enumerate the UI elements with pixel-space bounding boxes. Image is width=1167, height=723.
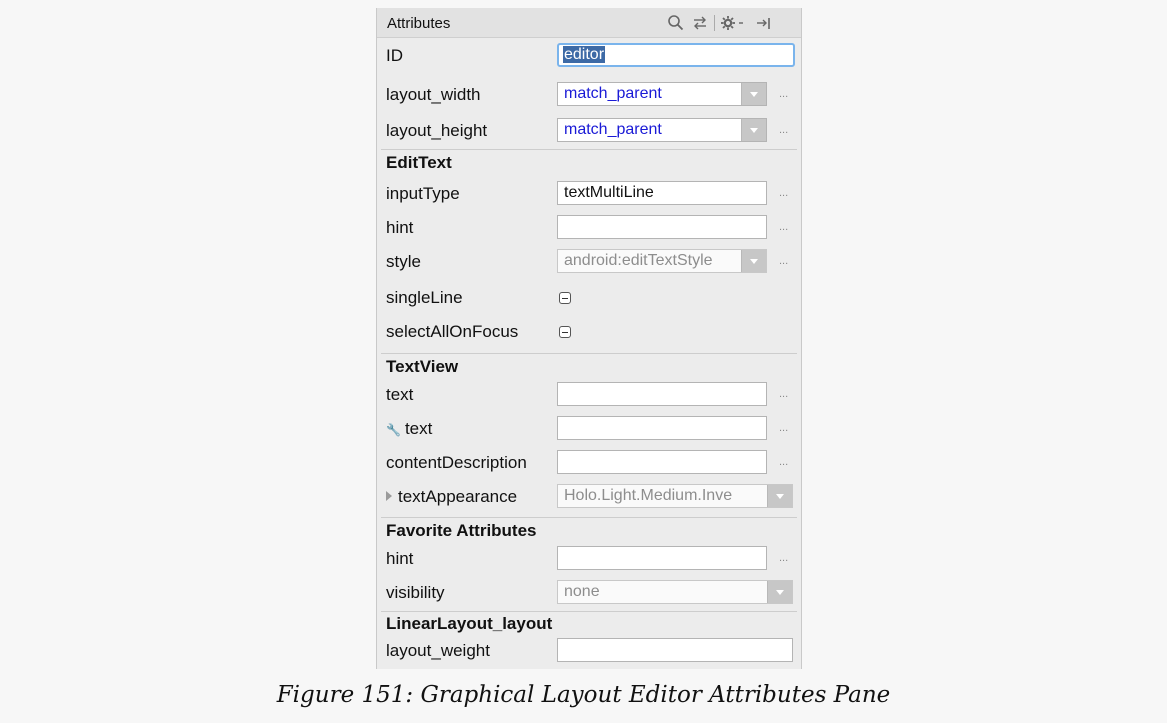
attr-label-favorite-hint: hint <box>386 549 414 568</box>
id-value-selected: editor <box>563 46 606 63</box>
swap-icon[interactable] <box>691 14 709 32</box>
text-appearance-combobox[interactable]: Holo.Light.Medium.Inve <box>557 484 793 508</box>
chevron-down-icon[interactable] <box>741 83 766 105</box>
row-select-all-on-focus: selectAllOnFocus <box>377 314 801 348</box>
row-hint: hint ... <box>377 210 801 244</box>
attr-label-content-description: contentDescription <box>386 453 527 472</box>
search-icon[interactable] <box>667 14 685 32</box>
layout-height-value: match_parent <box>564 121 662 138</box>
row-single-line: singleLine <box>377 280 801 314</box>
expand-arrow-icon[interactable] <box>386 491 392 501</box>
single-line-checkbox[interactable] <box>559 292 571 304</box>
toolbar-divider <box>714 15 715 31</box>
style-combobox[interactable]: android:editTextStyle <box>557 249 767 273</box>
attr-label-style: style <box>386 252 421 271</box>
figure-caption: Figure 151: Graphical Layout Editor Attr… <box>276 682 891 708</box>
favorite-hint-field[interactable] <box>557 546 767 570</box>
row-tools-text: 🔧 text ... <box>377 412 801 446</box>
attr-label-layout-height: layout_height <box>386 121 488 140</box>
attr-label-single-line: singleLine <box>386 288 463 307</box>
row-input-type: inputType textMultiLine ... <box>377 176 801 210</box>
row-style: style android:editTextStyle ... <box>377 244 801 278</box>
section-title-edittext: EditText <box>386 153 452 172</box>
hint-more-button[interactable]: ... <box>779 221 788 233</box>
text-more-button[interactable]: ... <box>779 388 788 400</box>
section-title-favorite-attributes: Favorite Attributes <box>386 521 537 540</box>
layout-height-more-button[interactable]: ... <box>779 124 788 136</box>
attributes-pane: Attributes ID editor layout_width match_… <box>376 8 802 669</box>
row-id: ID editor <box>377 38 801 72</box>
style-more-button[interactable]: ... <box>779 255 788 267</box>
row-visibility: visibility none <box>377 576 801 610</box>
layout-width-value: match_parent <box>564 85 662 102</box>
favorite-hint-more-button[interactable]: ... <box>779 552 788 564</box>
section-title-textview: TextView <box>386 357 459 376</box>
gear-icon[interactable] <box>720 14 746 32</box>
attr-label-select-all-on-focus: selectAllOnFocus <box>386 322 519 341</box>
row-layout-width: layout_width match_parent ... <box>377 76 801 110</box>
chevron-down-icon[interactable] <box>741 119 766 141</box>
text-appearance-label: textAppearance <box>398 487 518 506</box>
layout-width-more-button[interactable]: ... <box>779 88 788 100</box>
pin-right-icon[interactable] <box>755 14 773 32</box>
content-description-more-button[interactable]: ... <box>779 456 788 468</box>
row-layout-weight: layout_weight <box>377 635 801 669</box>
tools-text-label: text <box>404 419 433 438</box>
attr-label-tools-text: 🔧 text <box>386 419 432 439</box>
visibility-combobox[interactable]: none <box>557 580 793 604</box>
row-content-description: contentDescription ... <box>377 446 801 480</box>
section-favorite-attributes: Favorite Attributes <box>377 518 801 542</box>
row-favorite-hint: hint ... <box>377 542 801 576</box>
layout-weight-field[interactable] <box>557 638 793 662</box>
wrench-icon: 🔧 <box>386 423 401 437</box>
layout-height-combobox[interactable]: match_parent <box>557 118 767 142</box>
tools-text-more-button[interactable]: ... <box>779 422 788 434</box>
attr-label-layout-width: layout_width <box>386 85 481 104</box>
pane-title: Attributes <box>387 15 451 32</box>
layout-width-combobox[interactable]: match_parent <box>557 82 767 106</box>
text-appearance-value: Holo.Light.Medium.Inve <box>564 487 733 504</box>
row-text: text ... <box>377 378 801 412</box>
attr-label-text: text <box>386 385 414 404</box>
attr-label-text-appearance[interactable]: textAppearance <box>386 487 517 507</box>
chevron-down-icon[interactable] <box>767 485 792 507</box>
id-input[interactable]: editor <box>557 43 795 67</box>
section-textview: TextView <box>377 354 801 378</box>
select-all-on-focus-checkbox[interactable] <box>559 326 571 338</box>
style-value: android:editTextStyle <box>564 252 713 269</box>
input-type-value: textMultiLine <box>564 184 654 201</box>
text-field[interactable] <box>557 382 767 406</box>
input-type-more-button[interactable]: ... <box>779 187 788 199</box>
row-text-appearance: textAppearance Holo.Light.Medium.Inve <box>377 480 801 514</box>
hint-field[interactable] <box>557 215 767 239</box>
section-edittext: EditText <box>377 150 801 174</box>
attr-label-input-type: inputType <box>386 184 460 203</box>
attr-label-layout-weight: layout_weight <box>386 641 490 660</box>
attr-label-id: ID <box>386 46 403 65</box>
row-layout-height: layout_height match_parent ... <box>377 112 801 146</box>
content-description-field[interactable] <box>557 450 767 474</box>
attr-label-visibility: visibility <box>386 583 445 602</box>
section-title-linearlayout-layout: LinearLayout_layout <box>386 614 553 633</box>
chevron-down-icon[interactable] <box>741 250 766 272</box>
visibility-value: none <box>564 583 600 600</box>
pane-titlebar: Attributes <box>377 8 801 38</box>
attr-label-hint: hint <box>386 218 414 237</box>
input-type-field[interactable]: textMultiLine <box>557 181 767 205</box>
chevron-down-icon[interactable] <box>767 581 792 603</box>
tools-text-field[interactable] <box>557 416 767 440</box>
section-linearlayout-layout: LinearLayout_layout <box>377 611 801 635</box>
